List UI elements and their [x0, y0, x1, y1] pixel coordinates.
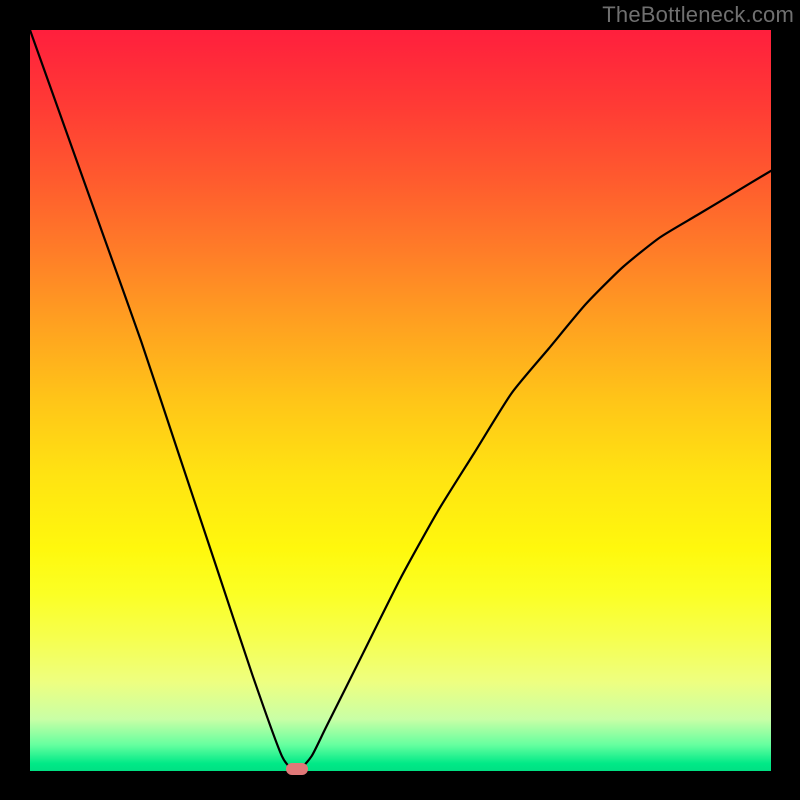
chart-plot-area	[30, 30, 771, 771]
curve-svg	[30, 30, 771, 771]
minimum-marker	[286, 763, 308, 775]
bottleneck-curve-path	[30, 30, 771, 771]
watermark-text: TheBottleneck.com	[602, 2, 794, 28]
